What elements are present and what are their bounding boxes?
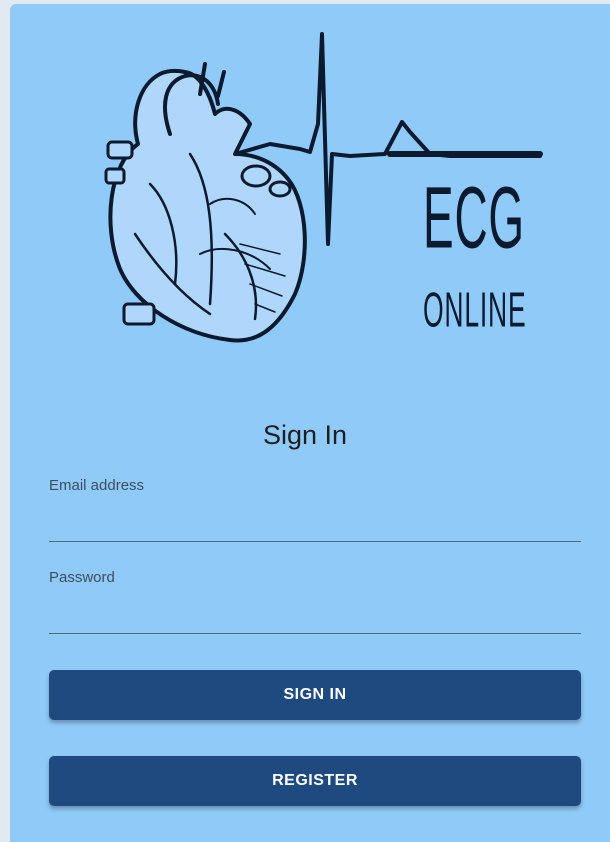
app-frame: ECG ONLINE Sign In Email address Passwor… [0, 0, 610, 842]
logo-text-online: ONLINE [423, 283, 527, 339]
sign-in-button[interactable]: SIGN IN [49, 670, 581, 720]
email-label: Email address [49, 477, 145, 494]
password-input[interactable] [49, 597, 581, 627]
email-input[interactable] [49, 505, 581, 535]
page-title: Sign In [262, 420, 348, 450]
logo-text-ecg: ECG [423, 168, 525, 267]
email-field[interactable]: Email address [49, 477, 581, 542]
password-label: Password [49, 569, 115, 586]
register-button[interactable]: REGISTER [49, 756, 581, 806]
password-field[interactable]: Password [49, 569, 581, 634]
app-logo: ECG ONLINE [10, 4, 610, 364]
